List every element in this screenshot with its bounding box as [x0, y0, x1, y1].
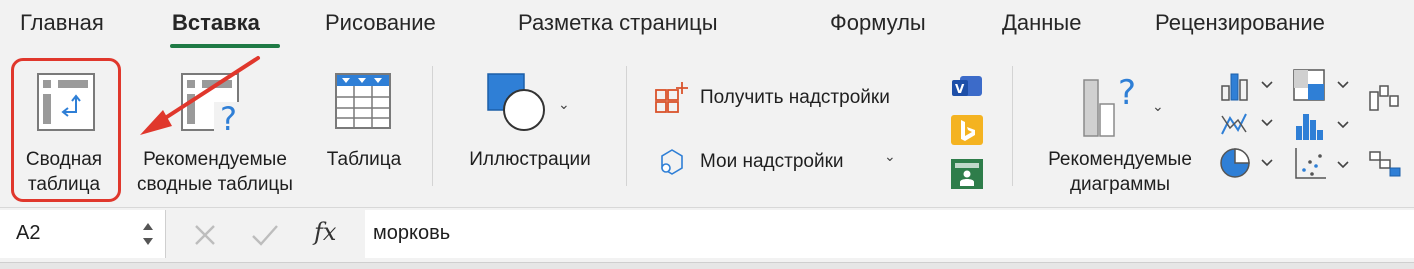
- get-addins-button[interactable]: Получить надстройки: [652, 78, 942, 118]
- recommended-pivot-button[interactable]: ? Рекомендуемые сводные таблицы: [122, 58, 308, 198]
- pivot-table-label-2: таблица: [27, 174, 101, 195]
- formula-input[interactable]: морковь: [365, 210, 1414, 258]
- tab-home[interactable]: Главная: [20, 10, 104, 36]
- recommended-charts-button[interactable]: ? ⌄ Рекомендуемые диаграммы: [1030, 58, 1210, 198]
- scatter-chart-icon[interactable]: [1292, 146, 1352, 182]
- formula-content: морковь: [373, 222, 451, 244]
- bing-addin-icon[interactable]: [950, 114, 984, 146]
- combo-chart-icon[interactable]: [1366, 146, 1414, 182]
- recommended-pivot-label-2: сводные таблицы: [137, 174, 293, 195]
- name-box-value: A2: [16, 222, 41, 244]
- recommended-charts-label-1: Рекомендуемые: [1048, 149, 1192, 170]
- tab-formulas[interactable]: Формулы: [830, 10, 926, 36]
- hierarchy-chart-icon[interactable]: [1292, 68, 1352, 102]
- waterfall-chart-icon[interactable]: [1366, 82, 1414, 116]
- svg-text:?: ?: [1118, 73, 1136, 113]
- statistic-chart-icon[interactable]: [1292, 108, 1352, 142]
- svg-text:V: V: [955, 82, 965, 96]
- store-icon: [655, 82, 688, 113]
- my-addins-button[interactable]: Мои надстройки ⌄: [652, 142, 912, 182]
- ribbon-separator: [626, 66, 627, 186]
- addins-icon: [661, 149, 683, 175]
- recommended-pivot-icon: ?: [181, 73, 248, 136]
- svg-text:?: ?: [220, 100, 237, 136]
- tab-insert[interactable]: Вставка: [172, 10, 260, 36]
- pivot-table-button[interactable]: Сводная таблица: [14, 58, 118, 198]
- ribbon-insert: Сводная таблица ? Рекомендуемые сводные …: [0, 52, 1414, 202]
- recommended-charts-icon: ?: [1083, 73, 1136, 137]
- illustrations-button[interactable]: ⌄ Иллюстрации: [452, 58, 608, 198]
- ribbon-separator: [1012, 66, 1013, 186]
- column-chart-icon[interactable]: [1218, 70, 1276, 102]
- pie-chart-icon[interactable]: [1218, 146, 1276, 180]
- cancel-entry-icon[interactable]: [192, 222, 218, 248]
- line-chart-icon[interactable]: [1218, 108, 1276, 140]
- tab-review[interactable]: Рецензирование: [1155, 10, 1325, 36]
- illustrations-label: Иллюстрации: [469, 149, 591, 170]
- chevron-down-icon: ⌄: [884, 148, 896, 164]
- recommended-pivot-label-1: Рекомендуемые: [143, 149, 287, 170]
- tab-draw[interactable]: Рисование: [325, 10, 436, 36]
- tab-page-layout[interactable]: Разметка страницы: [518, 10, 718, 36]
- formula-bar: A2 fx морковь: [0, 207, 1414, 262]
- tab-data[interactable]: Данные: [1002, 10, 1081, 36]
- confirm-entry-icon[interactable]: [250, 222, 280, 248]
- chevron-down-icon: ⌄: [1152, 98, 1164, 114]
- table-button[interactable]: Таблица: [314, 58, 414, 198]
- name-box[interactable]: A2: [0, 210, 166, 258]
- ribbon-separator: [432, 66, 433, 186]
- table-icon: [335, 73, 391, 129]
- recommended-charts-label-2: диаграммы: [1069, 174, 1171, 195]
- pivot-table-icon: [37, 73, 95, 131]
- table-label: Таблица: [326, 149, 402, 170]
- ribbon-tabs: Главная Вставка Рисование Разметка стран…: [0, 0, 1414, 52]
- visio-addin-icon[interactable]: V: [950, 72, 984, 100]
- people-graph-addin-icon[interactable]: [950, 158, 984, 190]
- pivot-table-label-1: Сводная: [25, 149, 103, 170]
- insert-function-icon[interactable]: fx: [314, 218, 336, 246]
- active-tab-indicator: [170, 44, 280, 48]
- name-box-stepper-icon[interactable]: [140, 218, 156, 250]
- get-addins-label: Получить надстройки: [700, 87, 890, 108]
- chevron-down-icon: ⌄: [558, 96, 570, 112]
- shapes-icon: [487, 73, 545, 131]
- my-addins-label: Мои надстройки: [700, 151, 844, 172]
